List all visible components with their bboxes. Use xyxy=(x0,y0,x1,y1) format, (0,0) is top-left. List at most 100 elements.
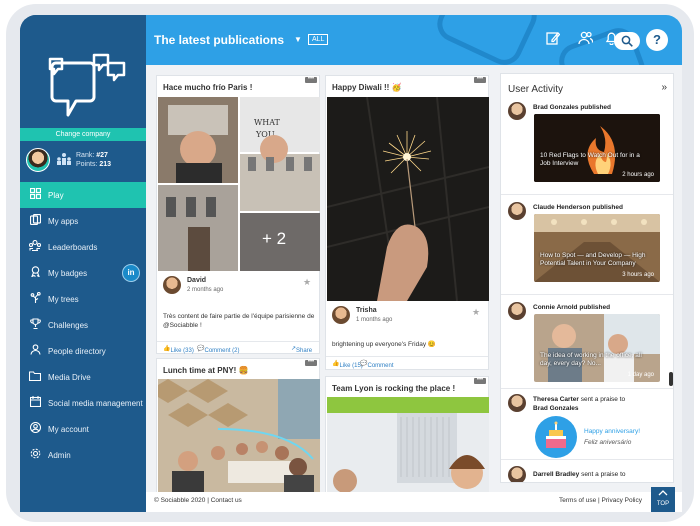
sidebar-item-label: My trees xyxy=(48,294,79,304)
time-ago: 1 day ago xyxy=(627,372,654,378)
back-to-top-button[interactable]: TOP xyxy=(651,487,675,512)
avatar[interactable] xyxy=(26,148,50,172)
sidebar-item-label: Challenges xyxy=(48,320,89,330)
like-button[interactable]: 👍 Like (15) xyxy=(332,360,363,369)
article-thumbnail[interactable]: The idea of working in the office, all d… xyxy=(534,314,660,382)
sidebar-item-my-trees[interactable]: My trees xyxy=(20,286,146,312)
post-photo[interactable] xyxy=(158,379,320,492)
user-name[interactable]: Connie Arnold xyxy=(533,304,578,311)
comment-button[interactable]: 💬 Comment (2) xyxy=(197,345,240,354)
activity-item[interactable]: Claude Henderson published How to Spot —… xyxy=(501,202,673,294)
cake-icon xyxy=(535,416,577,458)
sidebar-item-label: Admin xyxy=(48,450,71,460)
more-options-icon[interactable]: ••• xyxy=(305,76,317,83)
post-photo-grid[interactable]: WHAT YOU + 2 xyxy=(158,97,320,271)
footer: © Sociabble 2020 | Contact us Terms of u… xyxy=(146,492,682,512)
app-screen: Change company Rank: #27 Points: 213 Pla… xyxy=(20,15,682,512)
chevron-down-icon[interactable]: ▼ xyxy=(294,35,302,44)
star-icon[interactable]: ★ xyxy=(303,277,311,288)
post-card[interactable]: ••• Happy Diwali !! 🥳 Trisha 1 months ag… xyxy=(325,75,489,370)
avatar[interactable] xyxy=(508,202,526,220)
user-name[interactable]: Brad Gonzales xyxy=(533,104,579,111)
sidebar-item-leaderboards[interactable]: Leaderboards xyxy=(20,234,146,260)
user-name[interactable]: Claude Henderson xyxy=(533,204,590,211)
user-name[interactable]: Darrell Bradley xyxy=(533,471,579,478)
user-profile[interactable]: Rank: #27 Points: 213 xyxy=(20,141,146,181)
sidebar-item-label: My apps xyxy=(48,216,79,226)
edit-icon[interactable] xyxy=(546,31,561,48)
more-options-icon[interactable]: ••• xyxy=(474,377,486,384)
share-button[interactable]: ↗ Share xyxy=(291,345,312,354)
share-label: Share xyxy=(296,348,313,354)
sidebar-item-my-apps[interactable]: My apps xyxy=(20,208,146,234)
post-card[interactable]: ••• Lunch time at PNY! 🍔 xyxy=(156,358,320,492)
author-name[interactable]: Trisha xyxy=(356,307,377,314)
comment-label: Comment (2) xyxy=(204,348,240,354)
post-title: Team Lyon is rocking the place ! xyxy=(332,384,456,393)
chevron-right-icon[interactable]: » xyxy=(661,82,667,93)
sidebar-item-people-directory[interactable]: People directory xyxy=(20,338,146,364)
terms-link[interactable]: Terms of use xyxy=(559,497,596,504)
star-icon[interactable]: ★ xyxy=(472,307,480,318)
avatar[interactable] xyxy=(508,102,526,120)
praise-message: Happy anniversary! xyxy=(584,428,640,435)
more-options-icon[interactable]: ••• xyxy=(305,359,317,366)
post-photo[interactable] xyxy=(327,97,489,301)
user-name[interactable]: Theresa Carter xyxy=(533,396,579,403)
filter-all-button[interactable]: ALL xyxy=(308,34,329,45)
article-thumbnail[interactable]: 10 Red Flags to Watch Out for in a Job I… xyxy=(534,114,660,182)
avatar[interactable] xyxy=(163,276,181,294)
sidebar-item-admin[interactable]: Admin xyxy=(20,442,146,468)
like-button[interactable]: 👍 Like (33) xyxy=(163,345,194,354)
post-card[interactable]: ••• Hace mucho frío Paris ! WHAT YOU + 2… xyxy=(156,75,320,354)
header-decoration xyxy=(431,15,543,65)
sidebar-item-challenges[interactable]: Challenges xyxy=(20,312,146,338)
avatar[interactable] xyxy=(508,394,526,412)
activity-action: sent a praise to xyxy=(580,396,626,403)
rank-value: #27 xyxy=(96,152,108,159)
user-name[interactable]: Brad Gonzales xyxy=(533,405,579,412)
article-thumbnail[interactable]: How to Spot — and Develop — High Potenti… xyxy=(534,214,660,282)
avatar[interactable] xyxy=(508,302,526,320)
post-photo[interactable] xyxy=(327,397,489,492)
sidebar-item-media-drive[interactable]: Media Drive xyxy=(20,364,146,390)
search-button[interactable] xyxy=(614,32,640,50)
help-button[interactable]: ? xyxy=(646,29,668,51)
sidebar-item-label: People directory xyxy=(48,346,106,356)
change-company-button[interactable]: Change company xyxy=(20,128,146,141)
time-ago: 3 hours ago xyxy=(622,272,654,278)
activity-item[interactable]: Darrell Bradley sent a praise to xyxy=(501,466,673,482)
panel-title: User Activity xyxy=(508,84,564,95)
contact-link[interactable]: Contact us xyxy=(211,497,242,504)
linkedin-icon[interactable]: in xyxy=(122,264,140,282)
sidebar-item-my-badges[interactable]: My badges in xyxy=(20,260,146,286)
tree-icon xyxy=(28,291,42,306)
post-card[interactable]: ••• Team Lyon is rocking the place ! xyxy=(325,376,489,492)
scrollbar[interactable] xyxy=(669,372,673,386)
activity-item[interactable]: Brad Gonzales published 10 Red Flags to … xyxy=(501,102,673,194)
users-icon[interactable] xyxy=(578,31,594,48)
sidebar-item-label: Media Drive xyxy=(48,372,91,382)
avatar[interactable] xyxy=(508,466,526,482)
sparkler-photo xyxy=(327,97,489,301)
author-name[interactable]: David xyxy=(187,277,206,284)
activity-item[interactable]: Theresa Carter sent a praise to Brad Gon… xyxy=(501,394,673,464)
grid-icon xyxy=(28,187,42,202)
divider xyxy=(501,294,673,295)
folder-icon xyxy=(28,370,42,384)
sidebar-item-my-account[interactable]: My account xyxy=(20,416,146,442)
more-photos-count[interactable]: + 2 xyxy=(262,229,286,249)
team-photo xyxy=(327,397,489,492)
avatar[interactable] xyxy=(332,306,350,324)
privacy-link[interactable]: Privacy Policy xyxy=(602,497,642,504)
divider xyxy=(501,388,673,389)
sidebar-item-play[interactable]: Play xyxy=(20,182,146,208)
sidebar-item-social-media[interactable]: Social media management xyxy=(20,390,146,416)
activity-item[interactable]: Connie Arnold published The idea of work… xyxy=(501,302,673,394)
user-icon xyxy=(28,421,42,436)
sidebar-nav: Play My apps Leaderboards My badges in M… xyxy=(20,182,146,468)
comment-button[interactable]: 💬 Comment xyxy=(360,360,394,369)
post-title: Hace mucho frío Paris ! xyxy=(163,83,253,92)
back-to-top-label: TOP xyxy=(656,501,670,507)
more-options-icon[interactable]: ••• xyxy=(474,76,486,83)
